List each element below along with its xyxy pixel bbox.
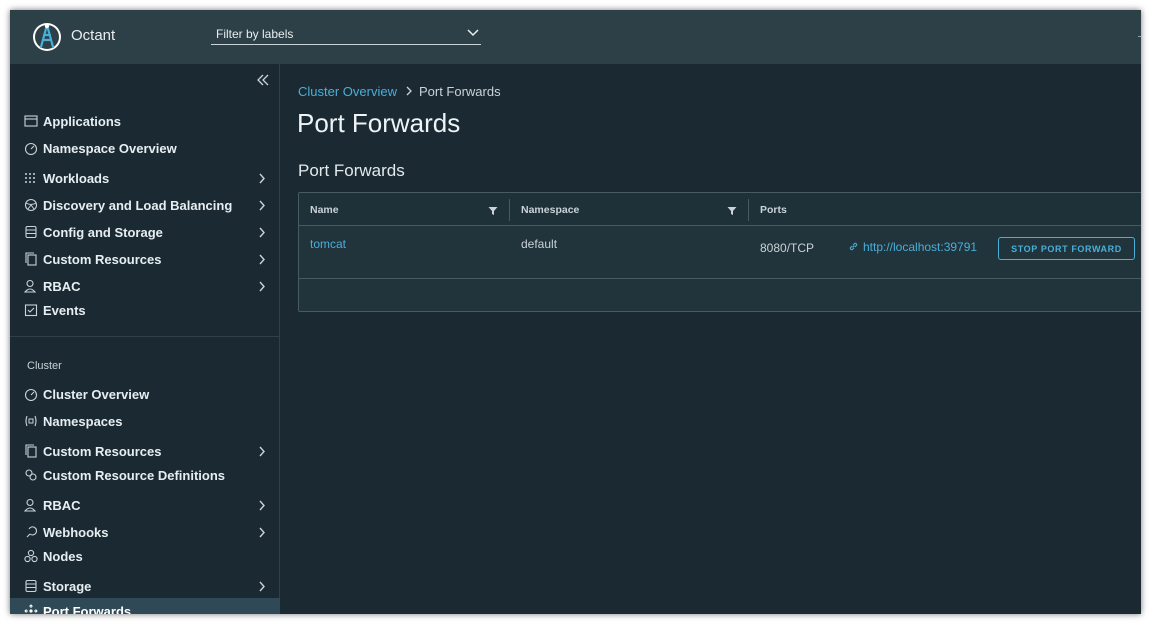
chevron-down-icon — [467, 29, 479, 37]
label-filter-placeholder: Filter by labels — [216, 27, 294, 41]
header-bar: Octant Filter by labels — [10, 10, 1141, 64]
sidebar-item-events[interactable]: Events — [10, 299, 280, 321]
sidebar-item-nodes[interactable]: Nodes — [10, 545, 280, 567]
chevron-right-icon — [259, 173, 265, 184]
namespace-icon — [25, 415, 37, 427]
chevron-right-icon — [406, 86, 412, 96]
sidebar-item-label: Discovery and Load Balancing — [43, 198, 233, 213]
column-separator — [748, 199, 749, 221]
user-icon — [24, 279, 37, 293]
page-title: Port Forwards — [297, 108, 461, 138]
stop-port-forward-button[interactable]: STOP PORT FORWARD — [998, 237, 1135, 260]
event-icon — [24, 304, 38, 317]
sidebar-item-discovery-load-balancing[interactable]: Discovery and Load Balancing — [10, 194, 280, 216]
sidebar-item-label: Workloads — [43, 171, 110, 186]
sidebar-item-label: Webhooks — [43, 525, 109, 540]
webhook-icon — [26, 526, 37, 538]
chevron-right-icon — [259, 527, 265, 538]
sidebar-item-workloads[interactable]: Workloads — [10, 167, 280, 189]
main-content: Cluster Overview Port Forwards Port Forwa… — [280, 64, 1141, 614]
port-forward-name-link[interactable]: tomcat — [310, 237, 346, 251]
column-separator — [509, 199, 510, 221]
link-icon — [849, 242, 858, 251]
cluster-section-heading: Cluster — [27, 360, 62, 372]
sidebar-item-label: Applications — [43, 114, 122, 129]
copy-icon — [25, 252, 37, 266]
port-forward-url-link[interactable]: http://localhost:39791 — [848, 240, 977, 254]
chevron-right-icon — [259, 254, 265, 265]
column-header-namespace[interactable]: Namespace — [521, 204, 579, 216]
sidebar-item-applications[interactable]: Applications — [10, 110, 280, 132]
label-filter-select[interactable]: Filter by labels — [211, 24, 481, 45]
grid-icon — [25, 173, 35, 183]
port-forward-icon — [24, 604, 38, 614]
sidebar-item-label: Custom Resource Definitions — [43, 468, 226, 483]
chevron-right-icon — [259, 281, 265, 292]
header-divider — [1138, 36, 1141, 37]
octant-logo-icon[interactable] — [32, 21, 62, 53]
sidebar-item-cluster-rbac[interactable]: RBAC — [10, 494, 280, 516]
column-header-name[interactable]: Name — [310, 204, 339, 216]
section-title: Port Forwards — [298, 161, 405, 180]
chevron-right-icon — [259, 446, 265, 457]
port-forward-port: 8080/TCP — [760, 241, 815, 255]
filter-icon[interactable] — [488, 206, 498, 216]
breadcrumb-link-cluster-overview[interactable]: Cluster Overview — [298, 84, 397, 99]
sidebar-item-namespaces[interactable]: Namespaces — [10, 410, 280, 432]
app-title: Octant — [71, 27, 116, 44]
sidebar-item-custom-resources[interactable]: Custom Resources — [10, 248, 280, 270]
sidebar-item-label: Config and Storage — [43, 225, 163, 240]
filter-icon[interactable] — [727, 206, 737, 216]
chevron-right-icon — [259, 227, 265, 238]
sidebar-item-config-storage[interactable]: Config and Storage — [10, 221, 280, 243]
sidebar-divider — [10, 336, 279, 337]
chevron-right-icon — [259, 200, 265, 211]
sidebar-item-rbac[interactable]: RBAC — [10, 275, 280, 297]
app-window: Octant Filter by labels Applications Nam… — [10, 10, 1141, 614]
port-forward-url: http://localhost:39791 — [863, 240, 978, 254]
sidebar-item-label: Storage — [43, 579, 92, 594]
network-globe-icon — [24, 198, 38, 212]
dashboard-icon — [24, 388, 38, 401]
chevron-right-icon — [259, 581, 265, 592]
sidebar-item-custom-resource-definitions[interactable]: Custom Resource Definitions — [10, 464, 280, 486]
port-forwards-table: Name Namespace Ports tomcat default 8080… — [298, 192, 1141, 312]
storage-icon — [25, 579, 37, 593]
breadcrumb-current: Port Forwards — [418, 84, 501, 99]
copy-icon — [25, 444, 37, 458]
sidebar-item-label: Namespaces — [43, 414, 123, 429]
chevron-right-icon — [259, 500, 265, 511]
column-header-ports[interactable]: Ports — [760, 204, 787, 216]
breadcrumb: Cluster Overview Port Forwards — [298, 84, 501, 99]
sidebar-item-label: Cluster Overview — [43, 387, 150, 402]
crd-icon — [25, 469, 37, 481]
sidebar-item-label: RBAC — [43, 498, 81, 513]
sidebar-item-label: Custom Resources — [43, 444, 162, 459]
port-forward-namespace: default — [521, 237, 558, 251]
sidebar-item-cluster-custom-resources[interactable]: Custom Resources — [10, 440, 280, 462]
sidebar-item-label: Nodes — [43, 549, 83, 564]
sidebar-item-storage[interactable]: Storage — [10, 575, 280, 597]
sidebar-item-cluster-overview[interactable]: Cluster Overview — [10, 383, 280, 405]
table-header-row: Name Namespace Ports — [299, 193, 1141, 226]
sidebar-nav: Applications Namespace Overview Workload… — [10, 64, 280, 614]
sidebar-item-label: Custom Resources — [43, 252, 162, 267]
sidebar-item-label: Port Forwards — [43, 604, 132, 614]
sidebar-item-webhooks[interactable]: Webhooks — [10, 521, 280, 543]
table-footer-divider — [299, 278, 1141, 279]
sidebar-item-label: RBAC — [43, 279, 81, 294]
sidebar-item-label: Namespace Overview — [43, 141, 177, 156]
nodes-icon — [24, 549, 38, 563]
storage-icon — [25, 225, 37, 239]
window-icon — [24, 115, 38, 127]
dashboard-icon — [24, 142, 38, 155]
user-icon — [24, 498, 37, 512]
sidebar-item-namespace-overview[interactable]: Namespace Overview — [10, 137, 280, 159]
sidebar-item-label: Events — [43, 303, 86, 318]
sidebar-item-port-forwards[interactable]: Port Forwards — [10, 598, 280, 614]
collapse-sidebar-icon[interactable] — [256, 74, 270, 86]
